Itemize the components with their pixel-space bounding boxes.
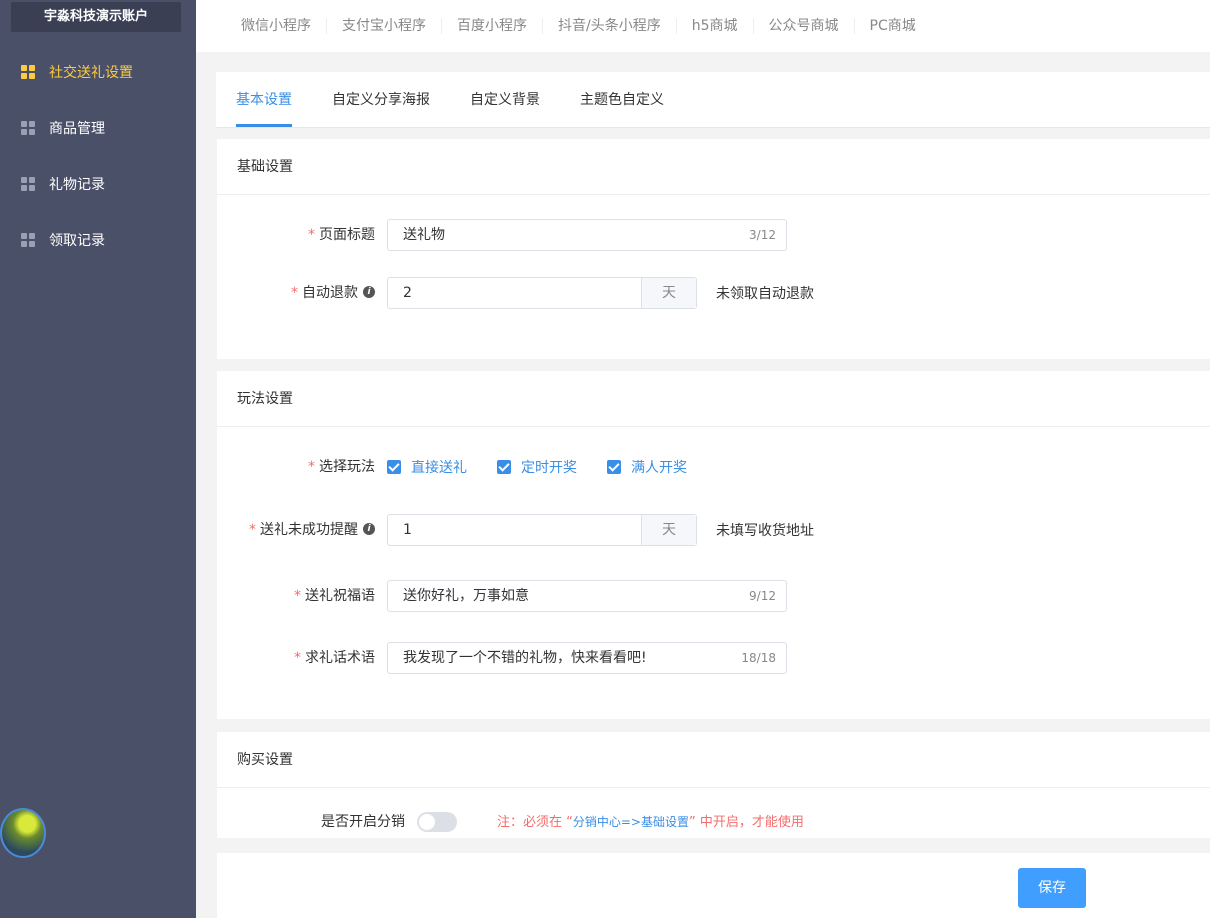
unit-suffix: 天 <box>641 278 696 308</box>
auto-refund-tip: 未领取自动退款 <box>716 286 814 302</box>
blessing-input[interactable]: 送你好礼，万事如意 9/12 <box>387 580 787 612</box>
sidebar-item-label: 社交送礼设置 <box>49 65 133 81</box>
nav-pc-mall[interactable]: PC商城 <box>855 18 931 34</box>
checkbox-checked-icon <box>387 460 401 474</box>
blessing-row: * 送礼祝福语 送你好礼，万事如意 9/12 <box>217 580 1210 612</box>
distribution-toggle[interactable] <box>417 812 457 832</box>
tab-custom-background[interactable]: 自定义背景 <box>470 72 540 128</box>
tab-basic-settings[interactable]: 基本设置 <box>236 72 292 128</box>
auto-refund-row: * 自动退款 i 2 天 未领取自动退款 <box>217 277 1210 309</box>
fail-reminder-tip: 未填写收货地址 <box>716 523 814 539</box>
section-title: 购买设置 <box>217 732 1210 788</box>
sidebar-item-gift-records[interactable]: 礼物记录 <box>0 164 196 204</box>
sidebar-item-label: 领取记录 <box>49 233 105 249</box>
auto-refund-label: * 自动退款 i <box>291 277 375 309</box>
grid-icon <box>21 233 35 247</box>
ask-gift-label: * 求礼话术语 <box>294 650 375 666</box>
nav-h5-mall[interactable]: h5商城 <box>677 18 754 34</box>
page-title-input[interactable]: 送礼物 3/12 <box>387 219 787 251</box>
char-counter: 9/12 <box>749 589 776 603</box>
play-mode-row: * 选择玩法 直接送礼 定时开奖 满人开奖 <box>217 451 1210 483</box>
sidebar: 宇淼科技演示账户 社交送礼设置 商品管理 礼物记录 领取记录 <box>0 0 196 918</box>
char-counter: 18/18 <box>741 651 776 665</box>
fail-reminder-input[interactable]: 1 天 <box>387 514 697 546</box>
fail-reminder-label: * 送礼未成功提醒 i <box>249 514 375 546</box>
tab-share-poster[interactable]: 自定义分享海报 <box>332 72 430 128</box>
unit-suffix: 天 <box>641 515 696 545</box>
buy-settings-card: 购买设置 是否开启分销 注：必须在 “分销中心=>基础设置” 中开启，才能使用 <box>217 732 1210 838</box>
nav-baidu-mini[interactable]: 百度小程序 <box>442 18 543 34</box>
info-icon[interactable]: i <box>363 286 375 298</box>
checkbox-checked-icon <box>497 460 511 474</box>
fail-reminder-row: * 送礼未成功提醒 i 1 天 未填写收货地址 <box>217 514 1210 546</box>
nav-wechat-mini[interactable]: 微信小程序 <box>226 18 327 34</box>
distribution-note: 注：必须在 “分销中心=>基础设置” 中开启，才能使用 <box>497 815 804 830</box>
account-name: 宇淼科技演示账户 <box>11 2 181 32</box>
char-counter: 3/12 <box>749 228 776 242</box>
section-title: 基础设置 <box>217 139 1210 195</box>
distribution-center-link[interactable]: 分销中心=>基础设置 <box>573 815 689 829</box>
platform-nav: 微信小程序 支付宝小程序 百度小程序 抖音/头条小程序 h5商城 公众号商城 P… <box>196 0 1210 52</box>
play-mode-checkboxes: 直接送礼 定时开奖 满人开奖 <box>387 451 717 483</box>
active-tab-indicator <box>236 124 292 127</box>
grid-icon <box>21 177 35 191</box>
checkbox-direct-gift[interactable]: 直接送礼 <box>387 457 467 477</box>
distribution-label: 是否开启分销 <box>321 814 405 830</box>
checkbox-full-draw[interactable]: 满人开奖 <box>607 457 687 477</box>
page-title-label: * 页面标题 <box>308 227 375 243</box>
auto-refund-input[interactable]: 2 天 <box>387 277 697 309</box>
avatar[interactable] <box>0 808 46 858</box>
ask-gift-input[interactable]: 我发现了一个不错的礼物，快来看看吧! 18/18 <box>387 642 787 674</box>
info-icon[interactable]: i <box>363 523 375 535</box>
toggle-knob <box>419 814 435 830</box>
distribution-row: 是否开启分销 注：必须在 “分销中心=>基础设置” 中开启，才能使用 <box>217 806 1210 838</box>
nav-alipay-mini[interactable]: 支付宝小程序 <box>327 18 442 34</box>
tab-theme-color[interactable]: 主题色自定义 <box>580 72 664 128</box>
nav-douyin-mini[interactable]: 抖音/头条小程序 <box>543 18 677 34</box>
sidebar-item-gift-settings[interactable]: 社交送礼设置 <box>0 52 196 92</box>
ask-gift-row: * 求礼话术语 我发现了一个不错的礼物，快来看看吧! 18/18 <box>217 642 1210 674</box>
sidebar-item-label: 商品管理 <box>49 121 105 137</box>
nav-official-account-mall[interactable]: 公众号商城 <box>754 18 855 34</box>
checkbox-timed-draw[interactable]: 定时开奖 <box>497 457 577 477</box>
play-mode-label: * 选择玩法 <box>308 459 375 475</box>
form-footer: 保存 <box>217 853 1210 918</box>
settings-tabs: 基本设置 自定义分享海报 自定义背景 主题色自定义 <box>216 72 1210 128</box>
save-button[interactable]: 保存 <box>1018 868 1086 908</box>
sidebar-item-products[interactable]: 商品管理 <box>0 108 196 148</box>
sidebar-item-claim-records[interactable]: 领取记录 <box>0 220 196 260</box>
grid-icon <box>21 121 35 135</box>
grid-icon <box>21 65 35 79</box>
checkbox-checked-icon <box>607 460 621 474</box>
play-settings-card: 玩法设置 * 选择玩法 直接送礼 定时开奖 满人开奖 * 送礼未成功提醒 i 1 天 … <box>217 371 1210 719</box>
blessing-label: * 送礼祝福语 <box>294 588 375 604</box>
section-title: 玩法设置 <box>217 371 1210 427</box>
page-title-row: * 页面标题 送礼物 3/12 <box>217 219 1210 251</box>
basic-settings-card: 基础设置 * 页面标题 送礼物 3/12 * 自动退款 i 2 天 未领取自动退款 <box>217 139 1210 359</box>
sidebar-item-label: 礼物记录 <box>49 177 105 193</box>
